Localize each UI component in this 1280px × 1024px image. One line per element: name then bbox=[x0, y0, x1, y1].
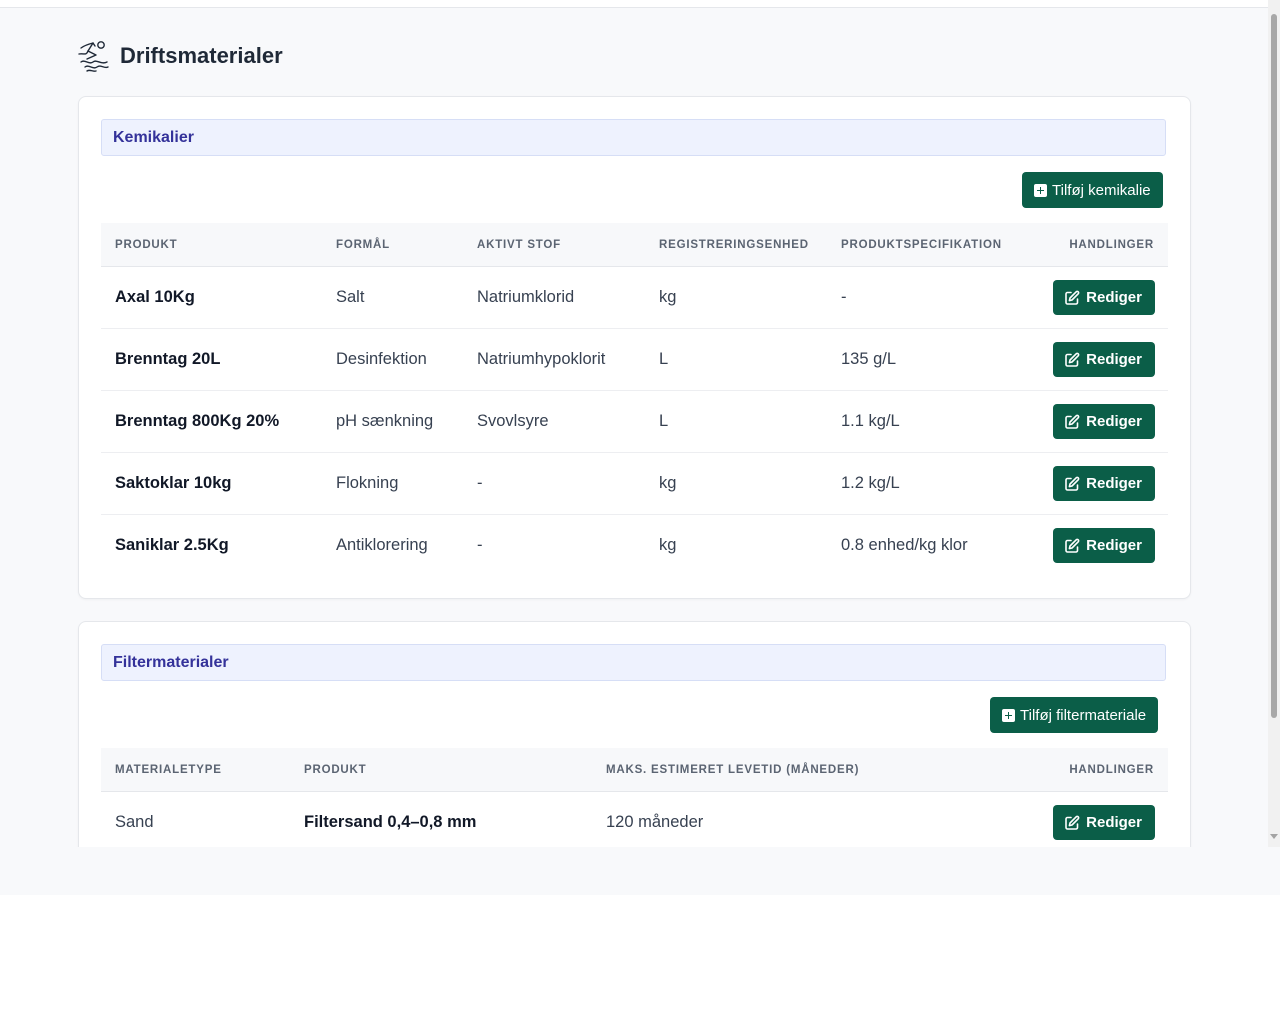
unit-cell: L bbox=[645, 390, 827, 453]
column-header: MATERIALETYPE bbox=[101, 748, 290, 792]
active-substance-cell: Svovlsyre bbox=[463, 390, 645, 453]
actions-cell: Rediger bbox=[952, 792, 1168, 848]
product-cell: Axal 10Kg bbox=[101, 266, 322, 329]
active-substance-cell: - bbox=[463, 452, 645, 515]
actions-cell: Rediger bbox=[1027, 266, 1168, 329]
edit-button-label: Rediger bbox=[1086, 351, 1142, 368]
purpose-cell: Antiklorering bbox=[336, 536, 428, 554]
material-type-cell: Sand bbox=[115, 813, 154, 831]
product-cell: Brenntag 800Kg 20% bbox=[101, 390, 322, 453]
edit-button[interactable]: Rediger bbox=[1053, 466, 1155, 501]
column-header: PRODUKTSPECIFIKATION bbox=[827, 223, 1027, 267]
purpose-cell: Flokning bbox=[322, 452, 463, 515]
unit-cell: kg bbox=[645, 452, 827, 515]
filter-materials-card: Filtermaterialer Tilføj filtermateriale … bbox=[78, 621, 1191, 847]
filter-section-header: Filtermaterialer bbox=[101, 644, 1166, 681]
edit-icon bbox=[1065, 476, 1080, 491]
actions-cell: Rediger bbox=[1027, 515, 1168, 577]
unit-cell: L bbox=[645, 328, 827, 391]
column-header: REGISTRERINGSENHED bbox=[645, 223, 827, 267]
column-header: AKTIVT STOF bbox=[463, 223, 645, 267]
table-row: Sand Filtersand 0,4–0,8 mm 120 måneder R… bbox=[101, 792, 1168, 848]
active-substance-cell: - bbox=[477, 536, 483, 554]
unit-cell: kg bbox=[645, 266, 827, 329]
table-row: Brenntag 800Kg 20% pH sænkning Svovlsyre… bbox=[101, 390, 1168, 453]
purpose-cell: pH sænkning bbox=[322, 390, 463, 453]
swimmer-icon bbox=[78, 41, 109, 72]
actions-cell: Rediger bbox=[1027, 328, 1168, 391]
chemicals-card: Kemikalier Tilføj kemikalie PRODUKT FORM… bbox=[78, 96, 1191, 599]
edit-button[interactable]: Rediger bbox=[1053, 280, 1155, 315]
purpose-cell: Desinfektion bbox=[322, 328, 463, 391]
column-header: PRODUKT bbox=[101, 223, 322, 267]
spec-cell: 135 g/L bbox=[827, 328, 1027, 391]
column-header: HANDLINGER bbox=[1027, 223, 1168, 267]
plus-square-icon bbox=[1034, 183, 1047, 197]
spec-cell: 0.8 enhed/kg klor bbox=[841, 536, 968, 554]
product-cell: Filtersand 0,4–0,8 mm bbox=[304, 813, 477, 831]
edit-button-label: Rediger bbox=[1086, 289, 1142, 306]
column-header: FORMÅL bbox=[322, 223, 463, 267]
edit-button[interactable]: Rediger bbox=[1053, 528, 1155, 563]
actions-cell: Rediger bbox=[1027, 390, 1168, 453]
plus-square-icon bbox=[1002, 708, 1015, 722]
add-chemical-button[interactable]: Tilføj kemikalie bbox=[1022, 172, 1163, 208]
column-header: PRODUKT bbox=[290, 748, 592, 792]
main-content: Driftsmaterialer Kemikalier Tilføj kemik… bbox=[0, 8, 1268, 847]
page-header: Driftsmaterialer bbox=[76, 36, 283, 76]
edit-icon bbox=[1065, 352, 1080, 367]
purpose-cell: Salt bbox=[322, 266, 463, 329]
column-header: HANDLINGER bbox=[952, 748, 1168, 792]
spec-cell: - bbox=[827, 266, 1027, 329]
scrollbar-thumb[interactable] bbox=[1271, 14, 1277, 718]
product-cell: Saktoklar 10kg bbox=[101, 452, 322, 515]
chemicals-table: PRODUKT FORMÅL AKTIVT STOF REGISTRERINGS… bbox=[101, 223, 1168, 576]
chemicals-section-header: Kemikalier bbox=[101, 119, 1166, 156]
unit-cell: kg bbox=[659, 536, 677, 554]
active-substance-cell: Natriumklorid bbox=[463, 266, 645, 329]
table-header-row: PRODUKT FORMÅL AKTIVT STOF REGISTRERINGS… bbox=[101, 223, 1168, 267]
top-bar bbox=[0, 0, 1268, 8]
active-substance-cell: Natriumhypoklorit bbox=[463, 328, 645, 391]
add-filter-material-label: Tilføj filtermateriale bbox=[1020, 706, 1147, 724]
edit-button-label: Rediger bbox=[1086, 475, 1142, 492]
edit-icon bbox=[1065, 414, 1080, 429]
spec-cell: 1.1 kg/L bbox=[827, 390, 1027, 453]
edit-button-label: Rediger bbox=[1086, 537, 1142, 554]
spec-cell: 1.2 kg/L bbox=[827, 452, 1027, 515]
add-chemical-label: Tilføj kemikalie bbox=[1052, 181, 1151, 199]
filter-materials-table: MATERIALETYPE PRODUKT MAKS. ESTIMERET LE… bbox=[101, 748, 1168, 847]
edit-button-label: Rediger bbox=[1086, 814, 1142, 831]
edit-button-label: Rediger bbox=[1086, 413, 1142, 430]
page-title: Driftsmaterialer bbox=[120, 43, 283, 68]
add-filter-material-button[interactable]: Tilføj filtermateriale bbox=[990, 697, 1159, 733]
product-cell: Brenntag 20L bbox=[101, 328, 322, 391]
scroll-down-arrow-icon[interactable] bbox=[1270, 834, 1278, 839]
table-header-row: MATERIALETYPE PRODUKT MAKS. ESTIMERET LE… bbox=[101, 748, 1168, 792]
column-header: MAKS. ESTIMERET LEVETID (MÅNEDER) bbox=[592, 748, 952, 792]
edit-icon bbox=[1065, 290, 1080, 305]
table-row: Axal 10Kg Salt Natriumklorid kg - Redige… bbox=[101, 266, 1168, 329]
edit-icon bbox=[1065, 815, 1080, 830]
filter-section-title: Filtermaterialer bbox=[113, 653, 229, 671]
edit-button[interactable]: Rediger bbox=[1053, 342, 1155, 377]
edit-icon bbox=[1065, 538, 1080, 553]
actions-cell: Rediger bbox=[1027, 452, 1168, 515]
product-cell: Saniklar 2.5Kg bbox=[115, 536, 229, 554]
chemicals-section-title: Kemikalier bbox=[113, 128, 194, 146]
table-row: Saktoklar 10kg Flokning - kg 1.2 kg/L Re… bbox=[101, 452, 1168, 515]
edit-button[interactable]: Rediger bbox=[1053, 404, 1155, 439]
lifetime-cell: 120 måneder bbox=[606, 813, 704, 831]
edit-button[interactable]: Rediger bbox=[1053, 805, 1155, 840]
table-row: Saniklar 2.5Kg Antiklorering - kg 0.8 en… bbox=[101, 515, 1168, 577]
vertical-scrollbar[interactable] bbox=[1268, 0, 1280, 847]
table-row: Brenntag 20L Desinfektion Natriumhypoklo… bbox=[101, 328, 1168, 391]
